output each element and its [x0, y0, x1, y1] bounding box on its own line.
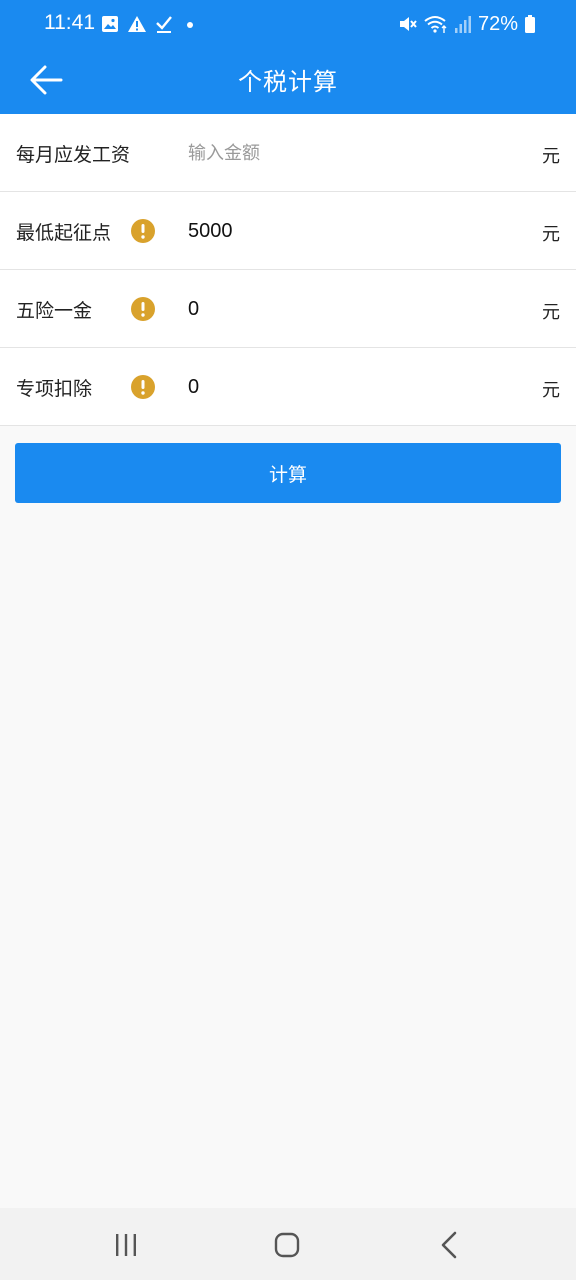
form-row-social-insurance: 五险一金 元 — [0, 270, 576, 348]
threshold-unit: 元 — [542, 224, 560, 245]
check-icon — [156, 16, 172, 33]
info-icon[interactable] — [131, 219, 155, 243]
signal-icon — [454, 16, 471, 33]
back-nav-button[interactable] — [425, 1228, 473, 1262]
header: 11:41 72% 个税计算 — [0, 0, 576, 114]
info-icon[interactable] — [131, 375, 155, 399]
social-insurance-unit: 元 — [542, 302, 560, 323]
status-bar: 11:41 72% — [0, 0, 576, 48]
app-bar: 个税计算 — [0, 48, 576, 114]
social-insurance-label: 五险一金 — [16, 300, 93, 322]
system-icons: 72% — [398, 11, 536, 37]
monthly-salary-input[interactable] — [188, 132, 508, 174]
threshold-input[interactable] — [188, 210, 508, 252]
special-deduction-label: 专项扣除 — [16, 378, 93, 400]
wifi-icon — [424, 16, 447, 33]
recent-apps-button[interactable] — [102, 1228, 150, 1262]
notification-icons — [101, 12, 195, 36]
form-row-monthly-salary: 每月应发工资 元 — [0, 114, 576, 192]
form-row-special-deduction: 专项扣除 元 — [0, 348, 576, 426]
system-nav-bar — [0, 1208, 576, 1280]
tax-form: 每月应发工资 元 最低起征点 元 五险一金 元 专项扣除 — [0, 114, 576, 426]
threshold-label: 最低起征点 — [16, 222, 112, 244]
screen: 11:41 72% 个税计算 每月应发工资 输入金额 元 最低起征点 5000 … — [0, 0, 576, 1280]
monthly-salary-label: 每月应发工资 — [16, 144, 131, 166]
calculate-button[interactable]: 计算 — [15, 443, 561, 503]
battery-percentage: 72% — [477, 12, 518, 35]
social-insurance-input[interactable] — [188, 288, 508, 330]
home-icon — [274, 1232, 300, 1258]
status-time: 11:41 — [44, 11, 95, 34]
image-icon — [102, 16, 118, 32]
warning-icon — [128, 16, 146, 32]
home-button[interactable] — [263, 1228, 311, 1262]
recent-apps-icon — [116, 1234, 136, 1256]
special-deduction-input[interactable] — [188, 366, 508, 408]
battery-icon — [525, 15, 535, 33]
form-row-threshold: 最低起征点 元 — [0, 192, 576, 270]
monthly-salary-unit: 元 — [542, 146, 560, 167]
mute-icon — [399, 17, 417, 31]
dot-icon — [187, 22, 193, 28]
info-icon[interactable] — [131, 297, 155, 321]
special-deduction-unit: 元 — [542, 380, 560, 401]
back-nav-icon — [441, 1231, 457, 1259]
page-title: 个税计算 — [238, 68, 338, 96]
